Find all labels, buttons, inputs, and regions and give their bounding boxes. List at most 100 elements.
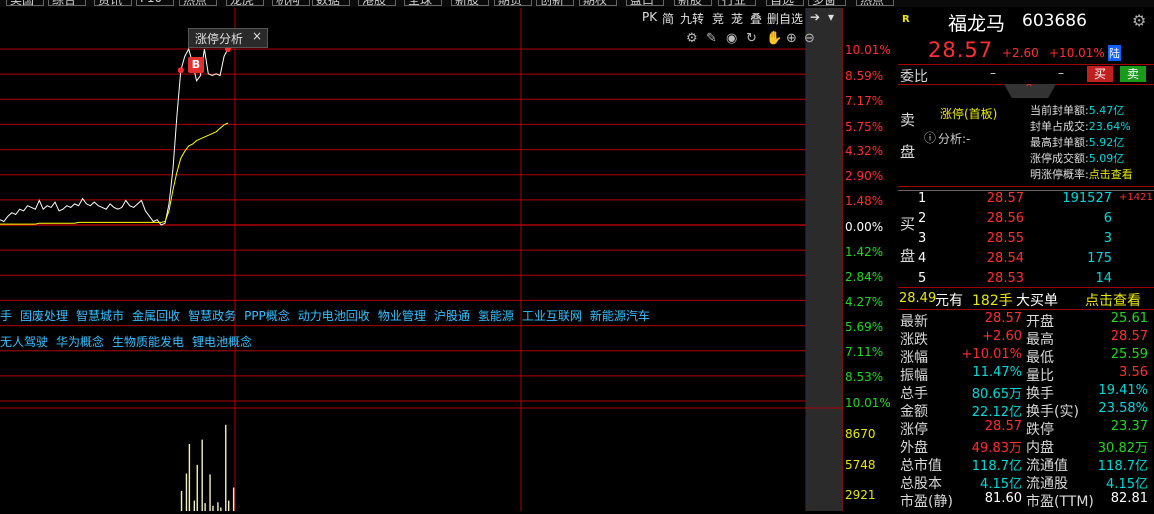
zoom-out-icon[interactable]: ⊖ [804, 31, 815, 46]
chart-canvas[interactable] [0, 8, 844, 511]
big-order-unit: 元有 [935, 293, 963, 309]
concept-tag[interactable]: 物业管理 [378, 309, 426, 323]
limit-detail-row: 封单占成交:23.64% [1030, 118, 1154, 134]
concept-tag[interactable]: 智慧政务 [188, 309, 236, 323]
axis-tick-label: 10.01% [845, 396, 891, 410]
buy-level: 1 [918, 191, 927, 206]
limit-detail-value: 5.09亿 [1088, 152, 1125, 165]
volume-bar [196, 464, 198, 511]
big-order-link[interactable]: 点击查看 [1085, 290, 1141, 310]
buy-level: 3 [918, 231, 927, 246]
refresh-icon[interactable]: ↻ [746, 31, 757, 46]
last-price: 28.57 [928, 38, 994, 62]
concept-tag[interactable]: 沪股通 [434, 309, 470, 323]
concept-tag[interactable]: 华为概念 [56, 335, 104, 349]
limit-detail-key: 明涨停概率: [1030, 168, 1089, 181]
collapse-handle[interactable]: ⌃ [1004, 84, 1056, 98]
top-tab-label: F10 [140, 0, 162, 5]
volume-bar [185, 473, 188, 511]
concept-tag[interactable]: 智慧城市 [76, 309, 124, 323]
settings-icon[interactable]: ⚙ [686, 31, 698, 46]
weibi-label: 委比 [900, 69, 928, 85]
quote-label-left: 涨跌 [900, 332, 928, 348]
auction-button[interactable]: 竞 [712, 10, 724, 28]
concept-tag[interactable]: 金属回收 [132, 309, 180, 323]
stock-name: 福龙马 [948, 13, 1006, 35]
axis-tick-label: 2.90% [845, 169, 884, 183]
buy-volume: 14 [1095, 271, 1112, 286]
quote-value-left: +10.01% [961, 347, 1022, 362]
quote-value-right: 30.82万 [1097, 441, 1148, 456]
quote-value-left: 22.12亿 [971, 405, 1022, 420]
limit-detail-key: 当前封单额: [1030, 104, 1089, 117]
volume-axis-label: 8670 [845, 427, 876, 441]
simple-button[interactable]: 简 [662, 10, 674, 28]
quote-label-right: 换手 [1026, 386, 1054, 402]
concept-tag[interactable]: 生物质能发电 [112, 335, 184, 349]
pk-button[interactable]: PK [642, 10, 657, 28]
indicator-tab[interactable]: 涨停分析 × [188, 28, 268, 48]
buy-delta: +1421 [1119, 192, 1153, 203]
concept-tag[interactable]: PPP概念 [244, 309, 290, 323]
concept-tag[interactable]: 无人驾驶 [0, 335, 48, 349]
volume-bar [193, 500, 196, 511]
quote-label-left: 总手 [900, 386, 928, 402]
quote-label-left: 市盈(静) [900, 494, 953, 510]
concept-tag[interactable]: 新能源汽车 [590, 309, 650, 323]
info-icon[interactable]: ⓘ [924, 129, 936, 146]
quote-label-right: 流通值 [1026, 458, 1068, 474]
nine-turn-button[interactable]: 九转 [680, 10, 704, 28]
axis-tick-label: 1.42% [845, 245, 884, 259]
top-tab-label: 全球 [408, 0, 433, 7]
sell-button[interactable]: 卖 [1120, 66, 1146, 82]
hand-icon[interactable]: ✋ [766, 31, 782, 46]
buy-button[interactable]: 买 [1087, 66, 1113, 82]
compare-button[interactable]: 茏 [731, 10, 743, 28]
concept-tags-line2: 无人驾驶 华为概念 生物质能发电 锂电池概念 [0, 333, 260, 350]
limit-detail-value[interactable]: 点击查看 [1089, 168, 1133, 181]
buy-price: 28.54 [986, 251, 1024, 266]
volume-bar [188, 443, 191, 511]
concept-tag[interactable]: 固废处理 [20, 309, 68, 323]
overlay-button[interactable]: 叠 [750, 10, 762, 28]
volume-bar [180, 490, 183, 511]
divider [898, 64, 1154, 65]
quote-label-right: 跌停 [1026, 422, 1054, 438]
chart-tools: ⚙ ✎ ◉ ↻ ✋ ⊕ ⊖ [686, 31, 821, 47]
axis-tick-label: 4.32% [845, 144, 884, 158]
gear-icon[interactable]: ⚙ [1132, 11, 1146, 30]
draw-pen-icon[interactable]: ✎ [706, 31, 717, 46]
concept-tag[interactable]: 工业互联网 [522, 309, 582, 323]
quote-label-right: 最高 [1026, 332, 1054, 348]
concept-tag[interactable]: 手 [0, 309, 12, 323]
big-order-hands: 182手 [972, 293, 1013, 309]
limit-detail-row[interactable]: 明涨停概率:点击查看 [1030, 166, 1154, 182]
volume-bar [201, 439, 203, 511]
exit-panel-icon[interactable]: ➔ [810, 10, 820, 28]
buy-price: 28.57 [986, 191, 1024, 206]
top-tab-label: 资讯 [98, 0, 123, 7]
close-icon[interactable]: × [252, 29, 262, 43]
top-tab-label: 港股 [362, 0, 387, 7]
quote-value-right: 25.61 [1110, 311, 1148, 326]
quote-value-left: 81.60 [984, 491, 1022, 506]
buy-side-label: 买盘 [900, 215, 916, 265]
divider [898, 190, 1154, 191]
buy-volume: 3 [1103, 231, 1112, 246]
concept-tag[interactable]: 氢能源 [478, 309, 514, 323]
quote-value-left: 28.57 [984, 419, 1022, 434]
quote-value-left: +2.60 [982, 329, 1022, 344]
top-menu-strip: 美国 综合 资讯 F10 热点 龙虎 机构 数据 港股 全球 新股 期货 创新 期权 盘口 新股 行业 自选 多窗 热… [0, 0, 1154, 7]
concept-tag[interactable]: 动力电池回收 [298, 309, 370, 323]
concept-tag[interactable]: 锂电池概念 [192, 335, 252, 349]
eye-icon[interactable]: ◉ [726, 31, 737, 46]
limit-detail-value: 5.92亿 [1088, 136, 1125, 149]
chevron-down-icon[interactable]: ▾ [828, 10, 834, 28]
axis-tick-label: 1.48% [845, 194, 884, 208]
buy-marker[interactable]: B [188, 57, 204, 73]
zoom-in-icon[interactable]: ⊕ [786, 31, 797, 46]
remove-watchlist-button[interactable]: 删自选 [767, 10, 803, 28]
intraday-chart[interactable] [0, 8, 844, 511]
axis-tick-label: 10.01% [845, 43, 891, 57]
top-tab-label: 期权 [583, 0, 608, 7]
